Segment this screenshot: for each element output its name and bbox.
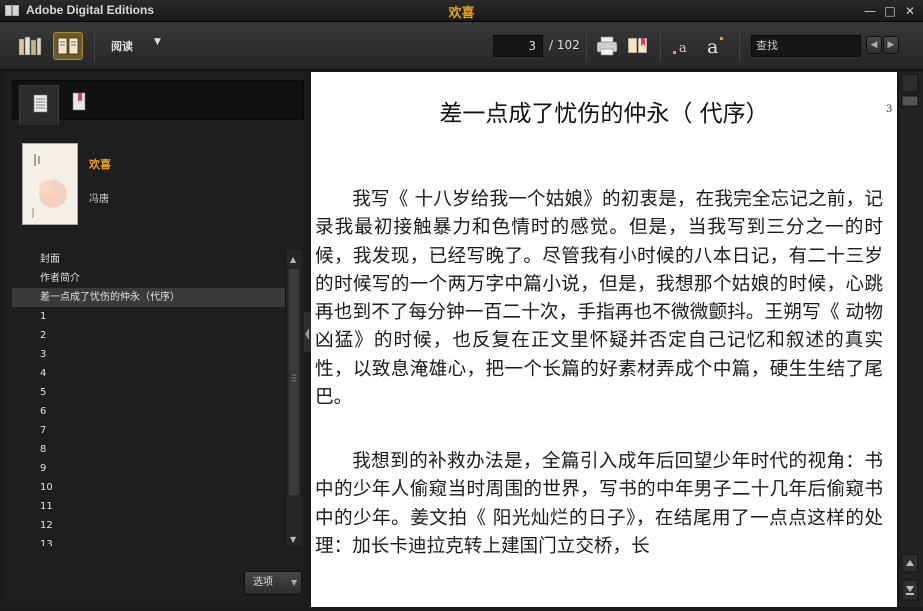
svg-text:▼: ▼ xyxy=(290,535,297,544)
toc-item[interactable]: 3 xyxy=(12,345,285,364)
options-button[interactable]: 选项 ▼ xyxy=(244,571,302,595)
toolbar-divider xyxy=(660,30,661,62)
chapter-title: 差一点成了忧伤的仲永（ 代序） xyxy=(439,101,769,127)
decrease-font-button[interactable]: a xyxy=(667,32,697,60)
total-pages-label: / 102 xyxy=(549,38,580,52)
toolbar-divider xyxy=(739,30,740,62)
toc-item[interactable]: 5 xyxy=(12,383,285,402)
toc-item[interactable]: 作者简介 xyxy=(12,269,285,288)
printer-icon xyxy=(596,36,618,56)
chevron-down-icon: ▼ xyxy=(291,578,298,587)
bookshelf-icon xyxy=(18,36,42,56)
toc-item[interactable]: 11 xyxy=(12,497,285,516)
title-bar: Adobe Digital Editions 欢喜 — □ ✕ xyxy=(0,0,923,22)
toolbar: 阅读 ▼ 3 / 102 a a 查找 ◀ ▶ xyxy=(0,22,923,70)
toc-item[interactable]: 6 xyxy=(12,402,285,421)
bookmark-book-icon xyxy=(627,37,648,54)
toolbar-divider xyxy=(94,30,95,62)
toc-scrollbar[interactable]: ▲ ▼ xyxy=(285,250,301,546)
svg-text:▲: ▲ xyxy=(290,255,297,264)
toc-item[interactable]: 2 xyxy=(12,326,285,345)
view-mode-label[interactable]: 阅读 xyxy=(111,38,133,54)
collapse-arrow-icon xyxy=(304,312,311,352)
bookmarks-icon xyxy=(72,92,86,111)
font-larger-icon: a xyxy=(707,36,723,58)
print-button[interactable] xyxy=(592,32,622,60)
search-next-button[interactable]: ▶ xyxy=(883,36,899,54)
toc-item[interactable]: 10 xyxy=(12,478,285,497)
toc-item[interactable]: 封面 xyxy=(12,250,285,269)
toc-item[interactable]: 9 xyxy=(12,459,285,478)
toc-item[interactable]: 12 xyxy=(12,516,285,535)
chevron-down-icon[interactable]: ▼ xyxy=(154,37,161,47)
font-smaller-icon: a xyxy=(673,41,687,56)
minimize-button[interactable]: — xyxy=(862,3,878,19)
toolbar-divider xyxy=(586,30,587,62)
options-label: 选项 xyxy=(253,577,273,588)
sidebar-splitter[interactable] xyxy=(304,72,311,606)
increase-font-button[interactable]: a xyxy=(699,32,729,60)
reading-view-button[interactable] xyxy=(53,32,83,60)
open-book-icon xyxy=(57,37,79,55)
reading-page: 差一点成了忧伤的仲永（ 代序） 3 我写《 十八岁给我一个姑娘》的初衷是，在我完… xyxy=(311,72,897,607)
svg-text:a: a xyxy=(679,41,687,56)
paragraph: 我写《 十八岁给我一个姑娘》的初衷是，在我完全忘记之前，记录我最初接触暴力和色情… xyxy=(315,189,883,409)
paragraph: 我想到的补救办法是，全篇引入成年后回望少年时代的视角：书中的少年人偷窥当时周围的… xyxy=(315,451,883,557)
book-title: 欢喜 xyxy=(89,158,111,171)
page-scrollbar-graphics xyxy=(901,73,919,601)
page-number-input[interactable]: 3 xyxy=(493,35,543,57)
maximize-button[interactable]: □ xyxy=(882,3,898,19)
toc-item[interactable]: 8 xyxy=(12,440,285,459)
toc-item[interactable]: 1 xyxy=(12,307,285,326)
cover-illustration xyxy=(23,144,77,224)
toc-item[interactable]: 13 xyxy=(12,535,285,546)
close-button[interactable]: ✕ xyxy=(902,3,918,19)
toc-item[interactable]: 差一点成了忧伤的仲永（代序） xyxy=(12,288,285,307)
sidebar-tabstrip xyxy=(12,80,304,125)
table-of-contents: 封面 作者简介 差一点成了忧伤的仲永（代序） 1 2 3 4 5 6 7 8 9 10 11 12 13 xyxy=(12,250,285,546)
sidebar: 欢喜 冯唐 封面 作者简介 差一点成了忧伤的仲永（代序） 1 2 3 4 5 6 7 8 9 10 11 1… xyxy=(6,72,304,606)
contents-list-icon xyxy=(33,94,48,113)
library-view-button[interactable] xyxy=(15,32,45,60)
page-scrollbar[interactable] xyxy=(898,72,923,607)
toc-scrollbar-graphics: ▲ ▼ xyxy=(287,255,301,544)
tab-bookmarks[interactable] xyxy=(59,85,99,125)
document-title: 欢喜 xyxy=(448,6,475,21)
search-prev-button[interactable]: ◀ xyxy=(866,36,882,54)
tab-contents[interactable] xyxy=(19,85,59,125)
search-input[interactable]: 查找 xyxy=(751,35,861,57)
toc-item[interactable]: 4 xyxy=(12,364,285,383)
bookmark-button[interactable] xyxy=(623,32,653,60)
book-cover xyxy=(22,143,78,225)
page-number: 3 xyxy=(886,104,893,115)
svg-text:a: a xyxy=(707,36,718,58)
toc-item[interactable]: 7 xyxy=(12,421,285,440)
book-author: 冯唐 xyxy=(89,194,109,205)
